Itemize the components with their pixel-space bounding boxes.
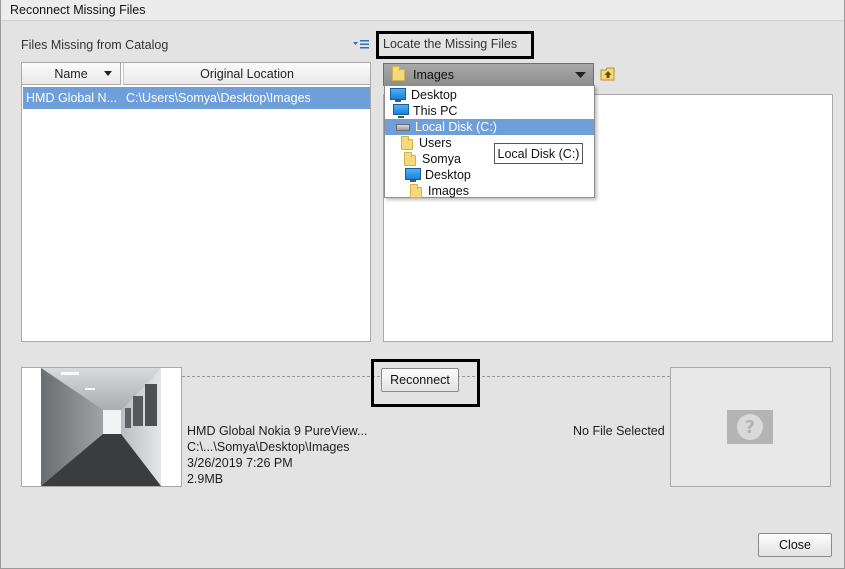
tree-item-images[interactable]: Images [389, 183, 589, 199]
row-file-location: C:\Users\Somya\Desktop\Images [126, 91, 311, 105]
tree-item-label: Desktop [425, 168, 471, 182]
tree-item-label: This PC [413, 104, 458, 118]
folder-icon [392, 66, 405, 81]
window-title: Reconnect Missing Files [10, 3, 146, 17]
monitor-icon [405, 168, 421, 182]
tree-item-label: Images [428, 184, 469, 198]
folder-icon [404, 152, 416, 166]
table-row[interactable]: HMD Global N... C:\Users\Somya\Desktop\I… [23, 87, 370, 109]
row-file-name: HMD Global N... [26, 91, 117, 105]
chevron-down-icon [575, 72, 586, 78]
folder-tree-popup[interactable]: Desktop This PC Local Disk (C:) Users So… [384, 85, 595, 198]
file-info-date: 3/26/2019 7:26 PM [187, 456, 293, 470]
missing-files-label: Files Missing from Catalog [21, 38, 169, 52]
tooltip: Local Disk (C:) [494, 143, 583, 164]
computer-icon [393, 104, 409, 118]
file-info-size: 2.9MB [187, 472, 224, 486]
tree-item-desktop[interactable]: Desktop [389, 87, 589, 103]
column-header-name-label: Name [54, 66, 88, 81]
folder-dropdown[interactable]: Images [383, 63, 594, 86]
tree-item-this-pc[interactable]: This PC [389, 103, 589, 119]
close-button[interactable]: Close [758, 533, 832, 557]
missing-files-list[interactable]: Name Original Location HMD Global N... C… [21, 62, 371, 342]
tree-item-label: Users [419, 136, 452, 150]
tree-item-label: Desktop [411, 88, 457, 102]
title-bar: Reconnect Missing Files [0, 0, 845, 21]
monitor-icon [390, 88, 406, 102]
column-header-name[interactable]: Name [22, 63, 121, 85]
list-options-icon[interactable] [352, 38, 370, 52]
column-header-location-label: Original Location [200, 66, 294, 81]
tree-item-desktop-sub[interactable]: Desktop [389, 167, 589, 183]
tree-item-label: Somya [422, 152, 461, 166]
folder-icon [401, 136, 413, 150]
folder-up-icon[interactable] [600, 67, 616, 81]
folder-icon [410, 184, 422, 198]
column-header-location[interactable]: Original Location [123, 63, 370, 85]
disk-icon [396, 124, 410, 131]
tree-item-label: Local Disk (C:) [415, 120, 497, 134]
file-info-path: C:\...\Somya\Desktop\Images [187, 440, 350, 454]
file-info-name: HMD Global Nokia 9 PureView... [187, 424, 368, 438]
file-thumbnail-image [41, 368, 161, 486]
question-mark-icon: ? [727, 410, 773, 444]
sort-arrow-icon [104, 71, 112, 76]
tree-item-local-disk[interactable]: Local Disk (C:) [385, 119, 594, 135]
reconnect-button[interactable]: Reconnect [381, 368, 459, 392]
locate-missing-files-label: Locate the Missing Files [383, 37, 518, 51]
new-file-preview: ? [670, 367, 831, 487]
thumbnail-preview [21, 367, 182, 487]
folder-dropdown-value: Images [413, 68, 454, 82]
no-file-selected-text: No File Selected [573, 424, 665, 438]
